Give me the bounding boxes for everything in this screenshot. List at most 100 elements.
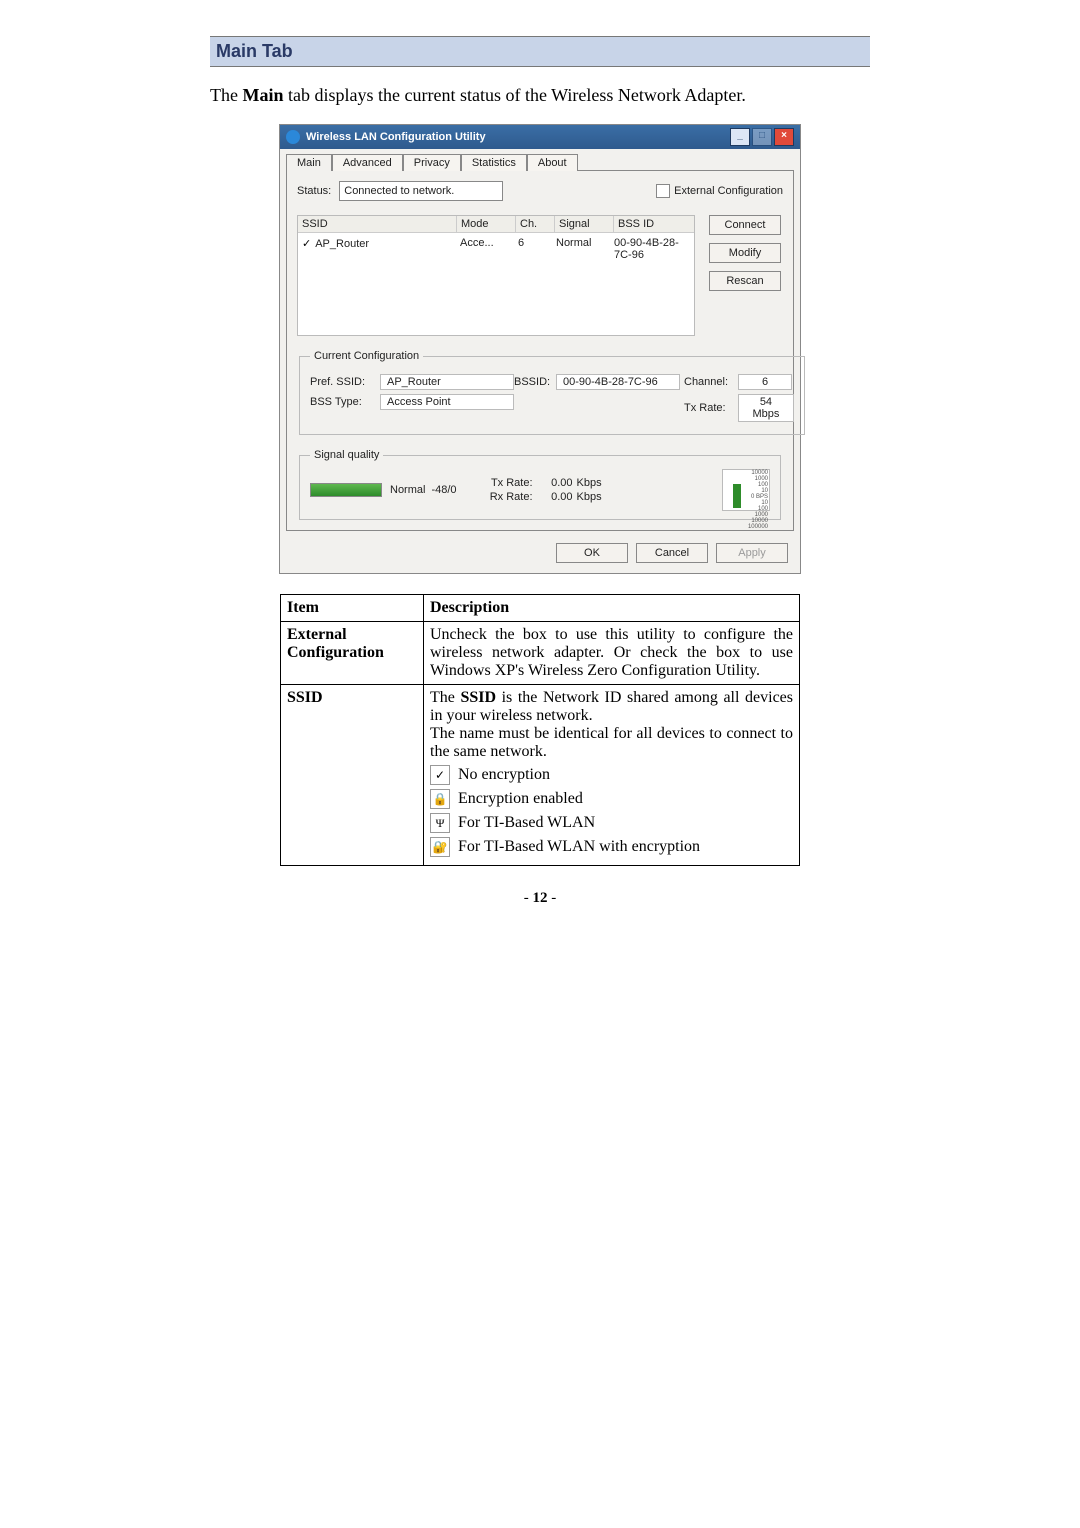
- network-list[interactable]: SSID Mode Ch. Signal BSS ID ✓ AP_Router A…: [297, 215, 695, 336]
- pref-ssid-label: Pref. SSID:: [310, 376, 380, 388]
- tab-advanced[interactable]: Advanced: [332, 154, 403, 171]
- ok-button[interactable]: OK: [556, 543, 628, 563]
- td-desc-ssid: The SSID is the Network ID shared among …: [424, 685, 800, 866]
- meter-ticks: 10000 1000 100 10 0 BPS 10 100 1000 1000…: [748, 470, 768, 510]
- td-item-ssid: SSID: [281, 685, 424, 866]
- txrate-unit: Kbps: [577, 476, 602, 490]
- main-panel: Status: Connected to network. External C…: [286, 170, 794, 531]
- tab-statistics-label: Statistics: [472, 157, 516, 169]
- check-icon: ✓: [302, 238, 311, 250]
- td-item-extcfg: External Configuration: [281, 622, 424, 685]
- tab-privacy-label: Privacy: [414, 157, 450, 169]
- td-desc-extcfg: Uncheck the box to use this utility to c…: [424, 622, 800, 685]
- titlebar: Wireless LAN Configuration Utility _ □ ×: [280, 125, 800, 149]
- col-bssid[interactable]: BSS ID: [614, 216, 694, 233]
- connect-button[interactable]: Connect: [709, 215, 781, 235]
- col-mode[interactable]: Mode: [457, 216, 516, 233]
- col-signal[interactable]: Signal: [555, 216, 614, 233]
- external-config-label: External Configuration: [674, 185, 783, 197]
- row-bssid: 00-90-4B-28-7C-96: [610, 235, 694, 263]
- signal-value: -48/0: [431, 484, 456, 496]
- col-ssid[interactable]: SSID: [298, 216, 457, 233]
- th-item: Item: [281, 595, 424, 622]
- txrate-val: 0.00: [537, 476, 577, 490]
- list-row[interactable]: ✓ AP_Router Acce... 6 Normal 00-90-4B-28-…: [298, 233, 694, 265]
- app-icon: [286, 130, 300, 144]
- cc-legend: Current Configuration: [310, 350, 423, 362]
- bssid-label: BSSID:: [514, 376, 556, 388]
- th-desc: Description: [424, 595, 800, 622]
- txrate-value: 54 Mbps: [738, 394, 794, 422]
- icon-label-b: Encryption enabled: [458, 790, 583, 808]
- current-config-fieldset: Current Configuration Pref. SSID:AP_Rout…: [299, 350, 805, 435]
- item-ssid: SSID: [287, 689, 323, 706]
- ssid-line1: The SSID is the Network ID shared among …: [430, 689, 793, 725]
- tick: 100000: [748, 524, 768, 530]
- row-ssid-text: AP_Router: [315, 238, 369, 250]
- tab-advanced-label: Advanced: [343, 157, 392, 169]
- intro-prefix: The: [210, 85, 242, 105]
- rescan-button[interactable]: Rescan: [709, 271, 781, 291]
- antenna-lock-icon: 🔐: [430, 837, 450, 857]
- txrate-label: Tx Rate:: [684, 402, 738, 414]
- channel-label: Channel:: [684, 376, 738, 388]
- section-header: Main Tab: [210, 36, 870, 67]
- bss-type-value: Access Point: [380, 394, 514, 410]
- row-signal: Normal: [552, 235, 610, 263]
- external-config-checkbox[interactable]: [656, 184, 670, 198]
- txrate-lbl: Tx Rate:: [477, 476, 537, 490]
- antenna-icon: Ψ: [430, 813, 450, 833]
- signal-fieldset: Signal quality Normal -48/0 Tx Rate:0.00…: [299, 449, 781, 520]
- section-title: Main Tab: [216, 41, 293, 61]
- rate-block: Tx Rate:0.00Kbps Rx Rate:0.00Kbps: [477, 476, 602, 504]
- channel-value: 6: [738, 374, 792, 390]
- meter-bar: [733, 484, 741, 508]
- status-label: Status:: [297, 185, 331, 197]
- rate-meter: 10000 1000 100 10 0 BPS 10 100 1000 1000…: [722, 469, 770, 511]
- icon-label-c: For TI-Based WLAN: [458, 814, 595, 832]
- network-area: SSID Mode Ch. Signal BSS ID ✓ AP_Router A…: [297, 215, 783, 336]
- modify-button[interactable]: Modify: [709, 243, 781, 263]
- screenshot-window: Wireless LAN Configuration Utility _ □ ×…: [279, 124, 801, 574]
- icon-row-c: Ψ For TI-Based WLAN: [430, 813, 793, 833]
- item-line2: Configuration: [287, 644, 384, 661]
- maximize-button: □: [752, 128, 772, 146]
- tab-about-label: About: [538, 157, 567, 169]
- row-mode: Acce...: [456, 235, 514, 263]
- b: SSID: [460, 689, 496, 706]
- icon-label-d: For TI-Based WLAN with encryption: [458, 838, 700, 856]
- page-num: 12: [533, 890, 548, 906]
- item-line1: External: [287, 626, 347, 643]
- window-title: Wireless LAN Configuration Utility: [306, 131, 486, 143]
- cancel-button[interactable]: Cancel: [636, 543, 708, 563]
- lock-icon: 🔒: [430, 789, 450, 809]
- minimize-button[interactable]: _: [730, 128, 750, 146]
- icon-row-d: 🔐 For TI-Based WLAN with encryption: [430, 837, 793, 857]
- pref-ssid-value: AP_Router: [380, 374, 514, 390]
- close-button[interactable]: ×: [774, 128, 794, 146]
- icon-row-b: 🔒 Encryption enabled: [430, 789, 793, 809]
- status-field: Connected to network.: [339, 181, 502, 201]
- intro-suffix: tab displays the current status of the W…: [284, 85, 746, 105]
- tab-main-label: Main: [297, 157, 321, 169]
- tab-main[interactable]: Main: [286, 154, 332, 171]
- p: The: [430, 689, 460, 706]
- dialog-buttons: OK Cancel Apply: [280, 537, 800, 573]
- row-ch: 6: [514, 235, 552, 263]
- page-prefix: -: [524, 890, 533, 906]
- rxrate-lbl: Rx Rate:: [477, 490, 537, 504]
- tab-about[interactable]: About: [527, 154, 578, 171]
- tabs: Main Advanced Privacy Statistics About: [280, 149, 800, 170]
- col-ch[interactable]: Ch.: [516, 216, 555, 233]
- ssid-line2: The name must be identical for all devic…: [430, 725, 793, 761]
- rxrate-val: 0.00: [537, 490, 577, 504]
- status-row: Status: Connected to network. External C…: [297, 181, 783, 201]
- button-column: Connect Modify Rescan: [707, 215, 783, 336]
- icon-label-a: No encryption: [458, 766, 550, 784]
- page-number: - 12 -: [210, 890, 870, 907]
- check-icon: ✓: [430, 765, 450, 785]
- intro-text: The Main tab displays the current status…: [210, 85, 870, 106]
- tab-statistics[interactable]: Statistics: [461, 154, 527, 171]
- tab-privacy[interactable]: Privacy: [403, 154, 461, 171]
- bssid-value: 00-90-4B-28-7C-96: [556, 374, 680, 390]
